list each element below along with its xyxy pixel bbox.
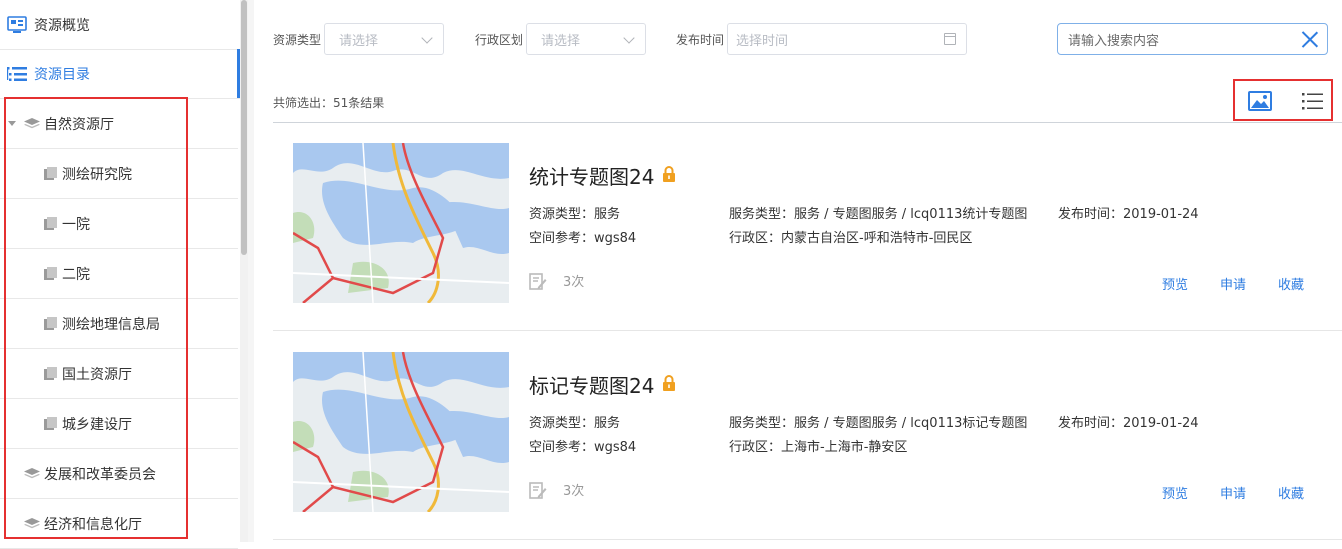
favorite-link[interactable]: 收藏	[1278, 483, 1304, 502]
usage-count: 3次	[529, 480, 584, 499]
document-icon	[44, 166, 58, 181]
spatial-reference: 空间参考：wgs84	[529, 231, 637, 246]
filter-type-placeholder: 请选择	[339, 33, 379, 49]
tree-label: 测绘地理信息局	[62, 316, 160, 333]
tree-label: 二院	[62, 266, 90, 283]
filter-time-picker[interactable]: 选择时间	[727, 23, 967, 55]
sidebar-divider	[248, 0, 254, 542]
filter-type-select[interactable]: 请选择	[324, 23, 444, 55]
document-icon	[44, 216, 58, 231]
usage-count-text: 3次	[563, 484, 585, 499]
publish-time: 发布时间：2019-01-24	[1058, 207, 1199, 222]
search-input[interactable]: 请输入搜索内容	[1057, 23, 1328, 55]
tree-label: 测绘研究院	[62, 166, 132, 183]
tree-item-institute-1[interactable]: 一院	[0, 199, 238, 249]
layers-icon	[24, 517, 40, 528]
caret-down-icon[interactable]	[8, 121, 16, 126]
result-title[interactable]: 统计专题图24	[529, 161, 654, 190]
filter-type-label: 资源类型	[273, 33, 322, 47]
tree-item-urban-rural-construction[interactable]: 城乡建设厅	[0, 399, 238, 449]
preview-link[interactable]: 预览	[1162, 483, 1188, 502]
filter-time-label: 发布时间	[676, 33, 725, 47]
tree-item-natural-resources[interactable]: 自然资源厅	[0, 99, 238, 149]
result-title[interactable]: 标记专题图24	[529, 370, 654, 399]
calendar-icon	[944, 33, 956, 45]
catalog-list-icon	[6, 65, 28, 83]
close-icon[interactable]	[1301, 30, 1319, 48]
result-card: 统计专题图24 资源类型：服务 空间参考：wgs84 服务类型：服务 / 专题图…	[273, 123, 1342, 331]
map-thumbnail[interactable]	[293, 143, 509, 303]
lock-icon	[663, 375, 675, 391]
tree-item-institute-2[interactable]: 二院	[0, 249, 238, 299]
document-icon	[44, 316, 58, 331]
apply-link[interactable]: 申请	[1220, 483, 1246, 502]
document-icon	[44, 366, 58, 381]
nav-catalog-label: 资源目录	[34, 66, 90, 83]
tree-label: 国土资源厅	[62, 366, 132, 383]
document-icon	[44, 266, 58, 281]
tree-label: 城乡建设厅	[62, 416, 132, 433]
layers-icon	[24, 117, 40, 128]
list-view-button[interactable]	[1299, 89, 1325, 113]
tree-label: 自然资源厅	[44, 116, 114, 133]
filter-region-select[interactable]: 请选择	[526, 23, 646, 55]
filter-region-label: 行政区划	[475, 33, 524, 47]
apply-link[interactable]: 申请	[1220, 274, 1246, 293]
dashboard-icon	[6, 15, 28, 34]
nav-overview-label: 资源概览	[34, 17, 90, 34]
sidebar-scrollbar-thumb[interactable]	[241, 0, 247, 255]
result-card: 标记专题图24 资源类型：服务 空间参考：wgs84 服务类型：服务 / 专题图…	[273, 332, 1342, 540]
nav-item-catalog[interactable]: 资源目录	[0, 49, 240, 99]
tree-item-survey-institute[interactable]: 测绘研究院	[0, 149, 238, 199]
layers-icon	[24, 467, 40, 478]
image-icon	[1248, 91, 1272, 111]
region: 行政区：上海市-上海市-静安区	[729, 440, 908, 455]
edit-document-icon	[529, 481, 547, 499]
result-count: 共筛选出：51条结果	[273, 96, 385, 110]
tree-label: 一院	[62, 216, 90, 233]
service-type: 服务类型：服务 / 专题图服务 / lcq0113标记专题图	[729, 416, 1028, 431]
search-placeholder: 请输入搜索内容	[1068, 33, 1160, 49]
edit-document-icon	[529, 272, 547, 290]
service-type: 服务类型：服务 / 专题图服务 / lcq0113统计专题图	[729, 207, 1028, 222]
usage-count: 3次	[529, 271, 584, 290]
publish-time: 发布时间：2019-01-24	[1058, 416, 1199, 431]
preview-link[interactable]: 预览	[1162, 274, 1188, 293]
chevron-down-icon	[623, 32, 635, 44]
tree-label: 发展和改革委员会	[44, 466, 156, 483]
document-icon	[44, 416, 58, 431]
chevron-down-icon	[421, 32, 433, 44]
list-icon	[1302, 93, 1323, 110]
sidebar-scrollbar[interactable]	[240, 0, 248, 542]
resource-type: 资源类型：服务	[529, 416, 621, 431]
lock-icon	[663, 166, 675, 182]
tree-item-land-resources[interactable]: 国土资源厅	[0, 349, 238, 399]
map-thumbnail[interactable]	[293, 352, 509, 512]
tree-item-geo-info-bureau[interactable]: 测绘地理信息局	[0, 299, 238, 349]
tree-label: 经济和信息化厅	[44, 516, 142, 533]
grid-view-button[interactable]	[1247, 89, 1273, 113]
usage-count-text: 3次	[563, 275, 585, 290]
filter-time-placeholder: 选择时间	[736, 33, 789, 49]
region: 行政区：内蒙古自治区-呼和浩特市-回民区	[729, 231, 973, 246]
spatial-reference: 空间参考：wgs84	[529, 440, 637, 455]
sidebar: 资源概览 资源目录 自然资源厅 测绘研究院 一院 二院 测绘地理信息局 国土资源…	[0, 0, 240, 549]
nav-item-overview[interactable]: 资源概览	[0, 0, 240, 50]
tree-item-development-reform[interactable]: 发展和改革委员会	[0, 449, 238, 499]
resource-type: 资源类型：服务	[529, 207, 621, 222]
favorite-link[interactable]: 收藏	[1278, 274, 1304, 293]
filter-region-placeholder: 请选择	[541, 33, 581, 49]
